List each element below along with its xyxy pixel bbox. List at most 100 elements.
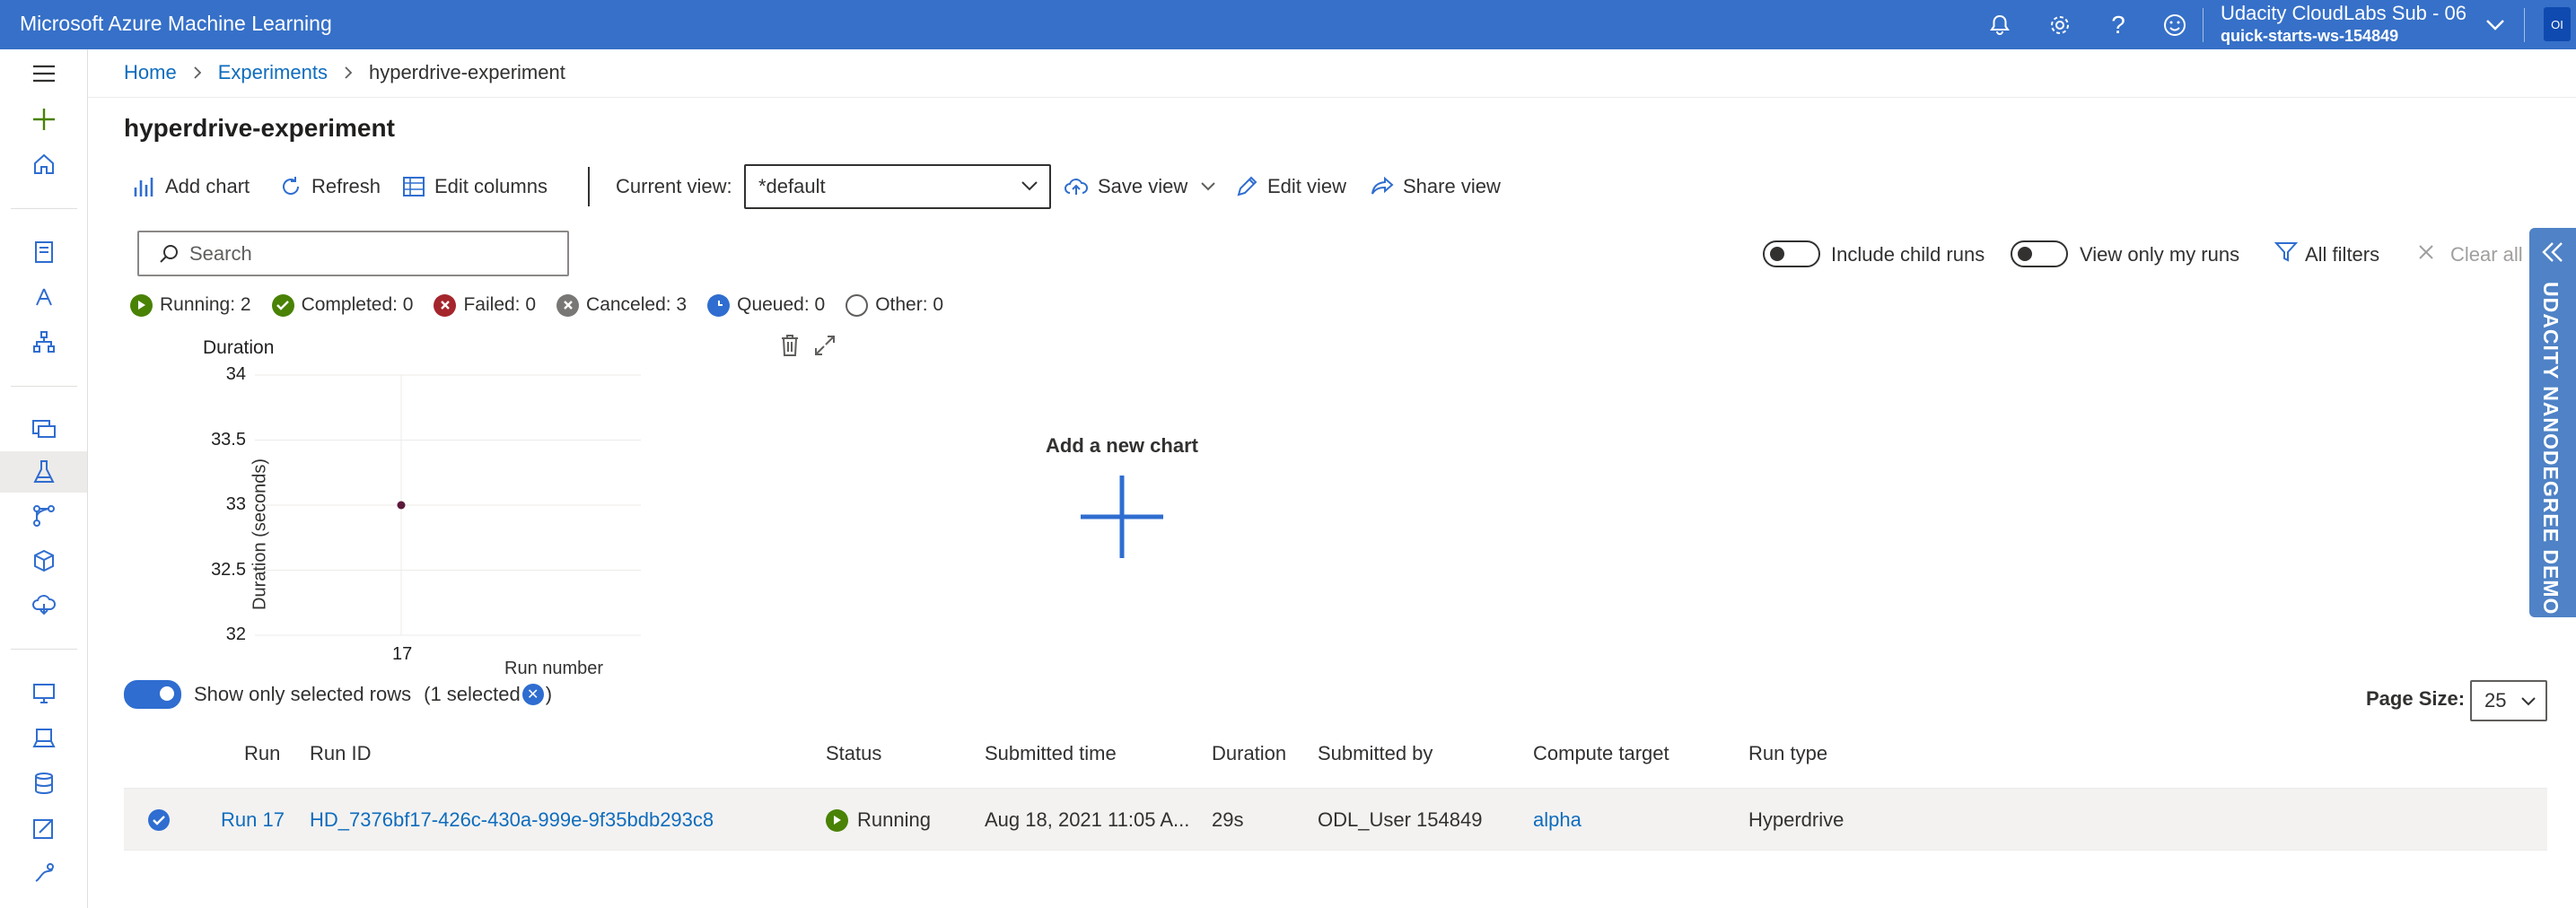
y-tick-label: 32.5 [211,559,246,580]
compute-monitor-icon[interactable] [0,673,87,714]
data-labeling-icon[interactable] [0,808,87,849]
refresh-button[interactable]: Refresh [279,169,381,205]
all-filters-button[interactable]: All filters [2305,243,2379,266]
column-header-run-id[interactable]: Run ID [310,742,371,765]
view-only-my-runs-label: View only my runs [2080,243,2240,266]
environments-icon[interactable] [0,718,87,759]
double-chevron-left-icon[interactable] [2540,240,2565,264]
y-axis-label: Duration (seconds) [250,458,270,610]
x-axis-label: Run number [504,659,604,678]
chevron-right-icon [193,65,202,80]
compute-target-link[interactable]: alpha [1533,808,1582,832]
run-name-link[interactable]: Run 17 [221,808,285,832]
status-running[interactable]: Running: 2 [130,293,251,317]
clear-selection-x-icon[interactable]: ✕ [521,684,544,705]
column-header-run[interactable]: Run [244,742,280,765]
play-icon [130,293,153,317]
x-tick-label: 17 [392,644,413,664]
status-other[interactable]: Other: 0 [846,293,944,317]
workspace-name[interactable]: quick-starts-ws-154849 [2221,27,2398,46]
help-icon[interactable]: ? [2100,8,2136,42]
chevron-down-icon[interactable] [1200,181,1216,192]
status-completed[interactable]: Completed: 0 [271,293,414,317]
breadcrumb-experiments-link[interactable]: Experiments [218,61,328,84]
column-header-compute-target[interactable]: Compute target [1533,742,1669,765]
feedback-smiley-icon[interactable] [2157,8,2193,42]
y-tick-label: 33.5 [211,429,246,450]
refresh-label: Refresh [311,175,381,197]
breadcrumb-current: hyperdrive-experiment [368,61,565,83]
app-title[interactable]: Microsoft Azure Machine Learning [20,12,332,36]
top-bar: Microsoft Azure Machine Learning ? Udaci… [0,0,2576,49]
breadcrumb-home-link[interactable]: Home [124,61,177,84]
create-new-plus-icon[interactable] [0,99,87,140]
bell-icon[interactable] [1982,8,2018,42]
column-header-status[interactable]: Status [826,742,881,765]
nanodegree-side-ribbon[interactable]: UDACITY NANODEGREE DEMO [2529,228,2576,617]
avatar[interactable]: OI [2544,7,2571,41]
hamburger-menu-icon[interactable] [0,53,87,94]
x-icon [434,293,457,317]
page-size-dropdown[interactable]: 25 [2470,680,2547,721]
column-header-submitted-by[interactable]: Submitted by [1318,742,1433,765]
datasets-icon[interactable] [0,408,87,450]
cloud-upload-icon [1065,179,1088,195]
duration-chart-card: Duration 34 33.5 33 32.5 32 17 Duration (sec… [180,328,853,678]
page-size-label: Page Size: [2366,687,2466,710]
check-icon [271,293,294,317]
edit-columns-button[interactable]: Edit columns [402,169,548,205]
save-view-button[interactable]: Save view [1064,169,1225,205]
selected-count-close-paren: ) [545,683,553,705]
save-view-label: Save view [1098,175,1188,197]
clear-x-icon[interactable] [2417,243,2435,261]
duration-chart-plot [255,374,641,636]
endpoints-cloud-icon[interactable] [0,584,87,625]
x-icon [556,293,580,317]
plus-icon [1081,476,1163,558]
data-point[interactable] [397,501,406,510]
share-view-button[interactable]: Share view [1371,169,1501,205]
clear-all-button[interactable]: Clear all [2450,243,2523,266]
datastores-cylinder-icon[interactable] [0,763,87,804]
edit-view-button[interactable]: Edit view [1235,169,1346,205]
run-id-link[interactable]: HD_7376bf17-426c-430a-999e-9f35bdb293c8 [310,808,714,832]
notebooks-icon[interactable] [0,231,87,273]
status-other-label: Other: 0 [875,294,944,315]
column-header-run-type[interactable]: Run type [1748,742,1827,765]
account-name[interactable]: Udacity CloudLabs Sub - 06 [2221,2,2466,25]
header-divider [88,97,2576,98]
status-canceled[interactable]: Canceled: 3 [556,293,688,317]
filter-funnel-icon[interactable] [2274,240,2298,264]
add-chart-label: Add chart [165,175,250,197]
models-cube-icon[interactable] [0,540,87,581]
row-selected-check-icon[interactable] [147,808,171,832]
automated-ml-icon[interactable] [0,276,87,318]
home-icon[interactable] [0,144,87,185]
designer-icon[interactable] [0,321,87,362]
table-row[interactable]: Run 17 HD_7376bf17-426c-430a-999e-9f35bd… [124,788,2547,851]
rail-divider [11,649,77,650]
y-tick-label: 32 [225,624,246,644]
status-completed-label: Completed: 0 [301,294,414,315]
column-header-submitted-time[interactable]: Submitted time [985,742,1117,765]
share-icon [1371,176,1394,195]
chevron-down-icon[interactable] [2477,8,2513,42]
linked-services-icon[interactable] [0,852,87,894]
include-child-runs-toggle[interactable] [1763,240,1820,267]
pipelines-icon[interactable] [0,495,87,537]
show-selected-rows-label: Show only selected rows [194,683,412,705]
add-new-chart-tile[interactable]: Add a new chart [1023,434,1221,566]
show-selected-rows-toggle[interactable] [124,680,181,709]
add-chart-button[interactable]: Add chart [133,169,250,205]
status-failed[interactable]: Failed: 0 [434,293,536,317]
gear-icon[interactable] [2042,8,2078,42]
view-only-my-runs-toggle[interactable] [2011,240,2068,267]
search-input[interactable]: Search [137,231,569,276]
column-header-duration[interactable]: Duration [1212,742,1286,765]
experiments-flask-icon[interactable] [0,451,87,493]
current-view-dropdown[interactable]: *default [744,164,1051,209]
bar-chart-icon [134,178,153,196]
status-queued[interactable]: Queued: 0 [707,293,825,317]
share-view-label: Share view [1403,175,1501,197]
status-canceled-label: Canceled: 3 [586,294,688,315]
